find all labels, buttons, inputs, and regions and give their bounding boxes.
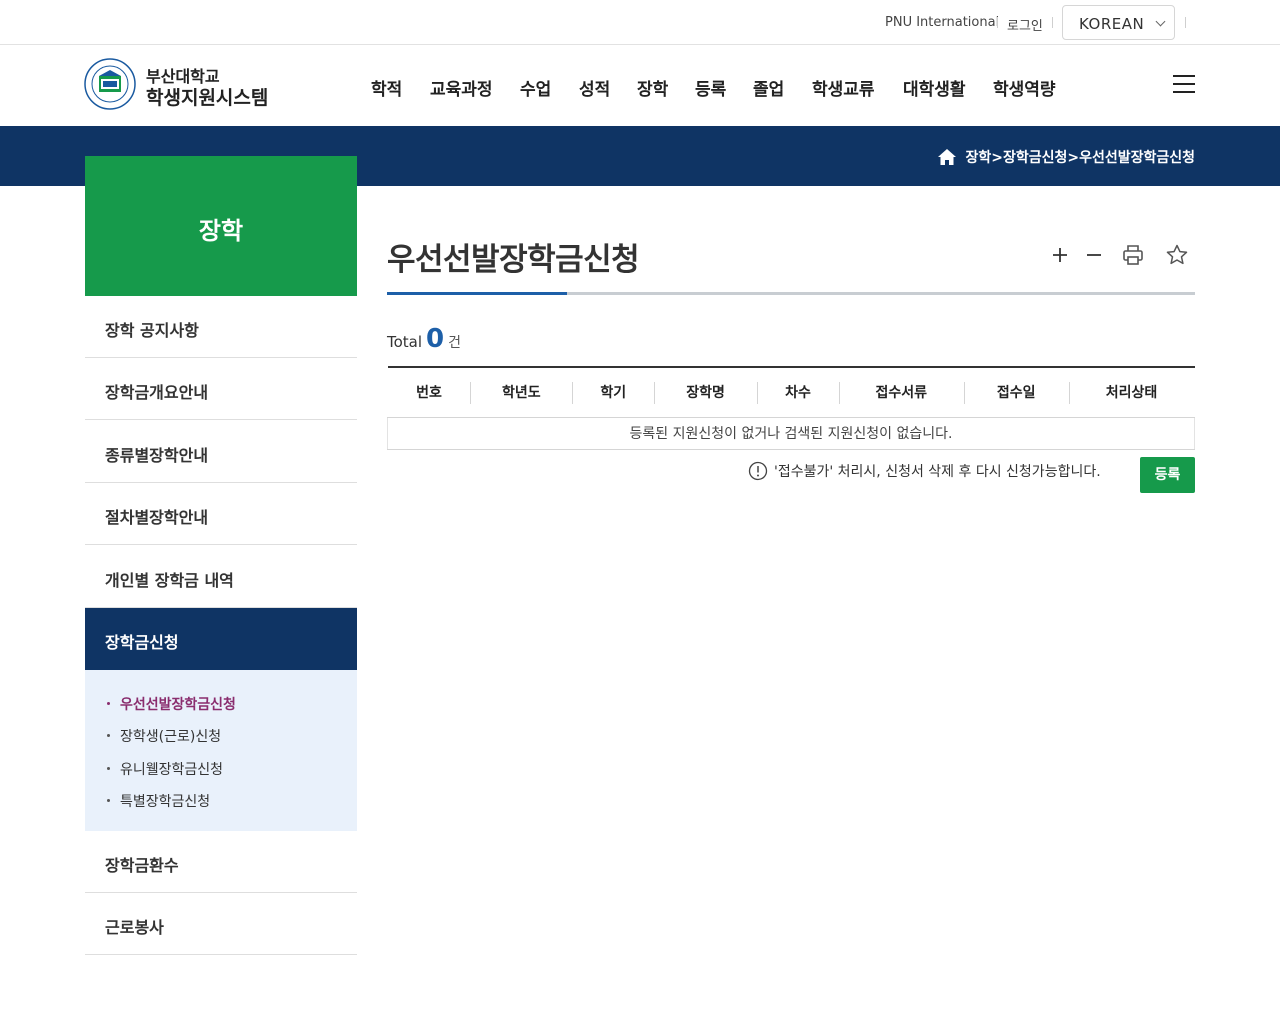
gnb-item-campus-life[interactable]: 대학생활 <box>903 75 966 100</box>
sidebar-item-label: 장학금환수 <box>105 856 179 875</box>
sidebar-item-scholarship-overview[interactable]: 장학금개요안내 <box>85 358 357 420</box>
empty-message: 등록된 지원신청이 없거나 검색된 지원신청이 없습니다. <box>387 417 1195 450</box>
util-divider <box>997 17 998 28</box>
total-label: Total <box>387 333 423 351</box>
sidebar-item-scholarship-notice[interactable]: 장학 공지사항 <box>85 296 357 358</box>
submenu-item-label: 유니웰장학금신청 <box>120 762 224 778</box>
language-select-value: KOREAN <box>1079 15 1145 33</box>
page-title: 우선선발장학금신청 <box>387 242 640 278</box>
sidebar-item-personal-history[interactable]: 개인별 장학금 내역 <box>85 546 357 608</box>
column-header-year: 학년도 <box>470 366 573 418</box>
total-number: 0 <box>426 324 445 354</box>
submenu-item-work-student[interactable]: 장학생(근로)신청 <box>107 726 221 746</box>
sidebar-item-label: 종류별장학안내 <box>105 446 209 465</box>
submenu-item-label: 우선선발장학금신청 <box>120 697 236 713</box>
submenu-item-priority-selection[interactable]: 우선선발장학금신청 <box>107 694 236 714</box>
sidebar-item-label: 장학금신청 <box>105 633 179 652</box>
favorite-star-icon[interactable] <box>1165 243 1189 267</box>
total-unit: 건 <box>448 335 462 351</box>
column-header-documents: 접수서류 <box>838 366 964 418</box>
sidebar-item-work-service[interactable]: 근로봉사 <box>85 893 357 955</box>
info-icon <box>748 461 768 481</box>
gnb-item-curriculum[interactable]: 교육과정 <box>430 75 493 100</box>
column-header-semester: 학기 <box>572 366 655 418</box>
table-row: 등록된 지원신청이 없거나 검색된 지원신청이 없습니다. <box>387 417 1195 450</box>
chevron-down-icon <box>1155 16 1166 27</box>
total-count: Total 0 건 <box>387 326 461 352</box>
gnb-item-student-exchange[interactable]: 학생교류 <box>812 75 875 100</box>
bullet-icon <box>107 766 110 770</box>
bullet-icon <box>107 798 110 802</box>
table-header-row: 번호 학년도 학기 장학명 차수 접수서류 접수일 처리상태 <box>387 366 1195 418</box>
home-icon[interactable] <box>937 148 957 166</box>
application-table: 번호 학년도 학기 장학명 차수 접수서류 접수일 처리상태 등록된 지원신청이… <box>387 366 1195 450</box>
column-header-scholarship-name: 장학명 <box>654 366 757 418</box>
util-divider <box>1185 17 1186 28</box>
column-header-number: 번호 <box>387 366 471 418</box>
sidebar-item-label: 근로봉사 <box>105 918 164 937</box>
university-logo[interactable] <box>84 58 136 110</box>
notice: '접수불가' 처리시, 신청서 삭제 후 다시 신청가능합니다. <box>748 461 1101 481</box>
submenu-item-label: 특별장학금신청 <box>120 794 211 810</box>
gnb-item-scholarship[interactable]: 장학 <box>637 75 668 100</box>
column-header-status: 처리상태 <box>1068 366 1195 418</box>
submenu-item-uniwell[interactable]: 유니웰장학금신청 <box>107 759 223 779</box>
menu-icon[interactable] <box>1173 75 1195 93</box>
gnb-item-graduation[interactable]: 졸업 <box>753 75 784 100</box>
bullet-icon <box>107 733 110 737</box>
sidebar-header: 장학 <box>85 156 357 296</box>
zoom-out-icon[interactable] <box>1082 243 1106 267</box>
sidebar-item-scholarship-by-procedure[interactable]: 절차별장학안내 <box>85 483 357 545</box>
sidebar-item-scholarship-by-type[interactable]: 종류별장학안내 <box>85 421 357 483</box>
header: 부산대학교 학생지원시스템 학적 교육과정 수업 성적 장학 등록 졸업 학생교… <box>0 45 1280 126</box>
language-select[interactable]: KOREAN <box>1062 5 1175 40</box>
print-icon[interactable] <box>1121 243 1145 267</box>
gnb-item-grades[interactable]: 성적 <box>579 75 610 100</box>
submenu-item-special[interactable]: 특별장학금신청 <box>107 791 210 811</box>
sidebar-item-label: 장학 공지사항 <box>105 321 199 340</box>
sidebar-item-label: 장학금개요안내 <box>105 383 209 402</box>
register-button[interactable]: 등록 <box>1140 457 1195 493</box>
breadcrumb-path[interactable]: 장학>장학금신청>우선선발장학금신청 <box>965 147 1195 167</box>
submenu-item-label: 장학생(근로)신청 <box>120 729 222 745</box>
utility-bar: PNU International 로그인 KOREAN <box>0 0 1280 45</box>
notice-text: '접수불가' 처리시, 신청서 삭제 후 다시 신청가능합니다. <box>774 464 1101 480</box>
sidebar-item-label: 개인별 장학금 내역 <box>105 571 234 590</box>
util-divider <box>1052 17 1053 28</box>
login-link[interactable]: 로그인 <box>1007 15 1043 34</box>
sidebar-submenu: 우선선발장학금신청 장학생(근로)신청 유니웰장학금신청 특별장학금신청 <box>85 670 357 831</box>
gnb-item-student-competency[interactable]: 학생역량 <box>993 75 1056 100</box>
logo-title-line2: 학생지원시스템 <box>146 87 269 109</box>
column-header-round: 차수 <box>757 366 839 418</box>
gnb-item-academic-record[interactable]: 학적 <box>371 75 402 100</box>
sidebar-title: 장학 <box>198 217 244 245</box>
sidebar-item-label: 절차별장학안내 <box>105 508 209 527</box>
pnu-international-link[interactable]: PNU International <box>885 15 999 30</box>
sidebar-item-scholarship-application[interactable]: 장학금신청 <box>85 608 357 670</box>
bullet-icon <box>107 701 110 705</box>
column-header-received-date: 접수일 <box>963 366 1069 418</box>
gnb-item-classes[interactable]: 수업 <box>520 75 551 100</box>
zoom-in-icon[interactable] <box>1048 243 1072 267</box>
gnb-item-registration[interactable]: 등록 <box>695 75 726 100</box>
title-underline-accent <box>387 292 567 295</box>
breadcrumb: 장학>장학금신청>우선선발장학금신청 <box>937 147 1195 167</box>
sidebar-item-scholarship-refund[interactable]: 장학금환수 <box>85 831 357 893</box>
